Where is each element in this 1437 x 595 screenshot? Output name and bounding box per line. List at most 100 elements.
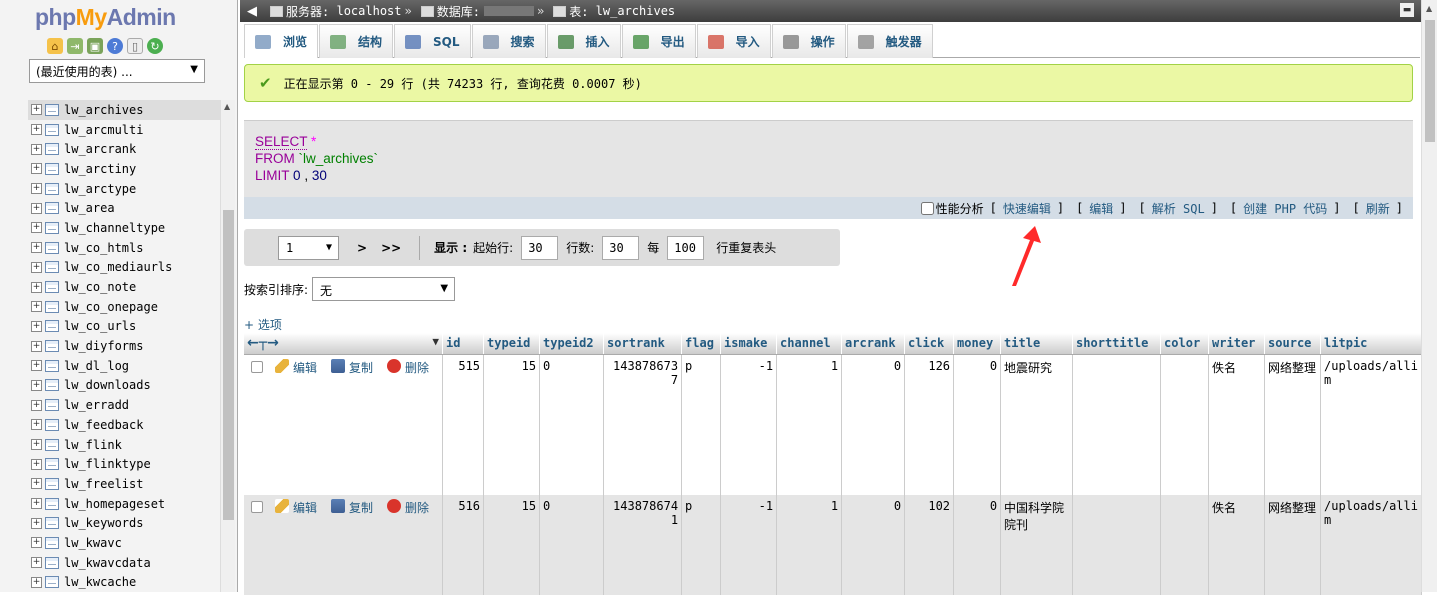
- expand-icon[interactable]: +: [31, 360, 42, 372]
- page-select[interactable]: 1 ▼: [278, 235, 339, 260]
- scrollbar-thumb[interactable]: [1425, 20, 1435, 142]
- column-header-typeid2[interactable]: typeid2: [539, 333, 605, 355]
- tree-item[interactable]: + lw_flinktype: [28, 454, 220, 474]
- edit-sql-link[interactable]: 编辑: [1089, 200, 1113, 217]
- column-header-title[interactable]: title: [1000, 333, 1074, 355]
- tab-3[interactable]: SQL: [394, 24, 471, 58]
- tab-1[interactable]: 浏览: [244, 24, 319, 58]
- scroll-up-icon[interactable]: ▲: [1426, 4, 1432, 13]
- expand-icon[interactable]: +: [31, 478, 42, 490]
- start-row-input[interactable]: 30: [521, 235, 559, 260]
- expand-icon[interactable]: +: [31, 439, 42, 451]
- cell-title[interactable]: 地震研究: [1000, 354, 1074, 495]
- column-header-arcrank[interactable]: arcrank: [841, 333, 906, 355]
- column-header-typeid[interactable]: typeid: [483, 333, 541, 355]
- tree-item[interactable]: + lw_feedback: [28, 415, 220, 435]
- column-header-litpic[interactable]: litpic: [1320, 333, 1423, 355]
- options-link[interactable]: + 选项: [244, 316, 282, 333]
- expand-icon[interactable]: +: [31, 261, 42, 273]
- column-header-shorttitle[interactable]: shorttitle: [1072, 333, 1162, 355]
- tree-item[interactable]: + lw_arctype: [28, 179, 220, 199]
- tree-item[interactable]: + lw_erradd: [28, 395, 220, 415]
- phpmyadmin-logo[interactable]: phpMyAdmin: [35, 4, 176, 31]
- row-delete-link[interactable]: 删除: [405, 499, 429, 516]
- expand-icon[interactable]: +: [31, 340, 42, 352]
- expand-icon[interactable]: +: [31, 399, 42, 411]
- cell-id[interactable]: 516: [442, 495, 485, 595]
- expand-icon[interactable]: +: [31, 104, 42, 116]
- cell-typeid2[interactable]: 0: [539, 495, 605, 595]
- tree-item[interactable]: + lw_co_onepage: [28, 297, 220, 317]
- column-header-flag[interactable]: flag: [681, 333, 722, 355]
- expand-icon[interactable]: +: [31, 517, 42, 529]
- tree-item[interactable]: + lw_keywords: [28, 513, 220, 533]
- tree-item[interactable]: + lw_arcmulti: [28, 120, 220, 140]
- cell-writer[interactable]: 佚名: [1208, 495, 1266, 595]
- expand-icon[interactable]: +: [31, 222, 42, 234]
- expand-icon[interactable]: +: [31, 379, 42, 391]
- tree-item[interactable]: + lw_archives: [28, 100, 220, 120]
- tree-item[interactable]: + lw_homepageset: [28, 494, 220, 514]
- refresh-link[interactable]: 刷新: [1366, 200, 1390, 217]
- column-header-channel[interactable]: channel: [776, 333, 843, 355]
- tree-item[interactable]: + lw_kwavcdata: [28, 553, 220, 573]
- cell-color[interactable]: [1160, 495, 1210, 595]
- cell-flag[interactable]: p: [681, 354, 722, 495]
- cell-title[interactable]: 中国科学院院刊: [1000, 495, 1074, 595]
- tree-item[interactable]: + lw_area: [28, 198, 220, 218]
- delete-icon[interactable]: [387, 358, 402, 373]
- profiling-checkbox[interactable]: [920, 201, 934, 215]
- cell-typeid2[interactable]: 0: [539, 354, 605, 495]
- tree-item[interactable]: + lw_freelist: [28, 474, 220, 494]
- cell-flag[interactable]: p: [681, 495, 722, 595]
- last-page-button[interactable]: >>: [381, 241, 401, 255]
- docs-icon[interactable]: ▯: [127, 38, 143, 54]
- cell-channel[interactable]: 1: [776, 354, 843, 495]
- cell-typeid[interactable]: 15: [483, 495, 541, 595]
- sort-key-select[interactable]: 无 ▼: [312, 277, 456, 301]
- cell-typeid[interactable]: 15: [483, 354, 541, 495]
- tree-item[interactable]: + lw_dl_log: [28, 356, 220, 376]
- column-header-money[interactable]: money: [953, 333, 1002, 355]
- column-header-id[interactable]: id: [442, 333, 485, 355]
- expand-icon[interactable]: +: [31, 124, 42, 136]
- copy-icon[interactable]: [331, 499, 346, 513]
- tree-item[interactable]: + lw_flink: [28, 435, 220, 455]
- tree-item[interactable]: + lw_co_urls: [28, 317, 220, 337]
- reload-icon[interactable]: ↻: [147, 38, 163, 54]
- tree-item[interactable]: + lw_kwcache: [28, 573, 220, 593]
- expand-icon[interactable]: +: [31, 320, 42, 332]
- repeat-header-input[interactable]: 100: [667, 235, 705, 260]
- tree-item[interactable]: + lw_arctiny: [28, 159, 220, 179]
- row-delete-link[interactable]: 删除: [405, 359, 429, 376]
- recent-tables-select[interactable]: (最近使用的表) ... ▼: [29, 59, 205, 83]
- tree-item[interactable]: + lw_downloads: [28, 376, 220, 396]
- collapse-icon[interactable]: ▬: [1400, 3, 1414, 17]
- expand-icon[interactable]: +: [31, 242, 42, 254]
- cell-shorttitle[interactable]: [1072, 495, 1162, 595]
- cell-money[interactable]: 0: [953, 495, 1002, 595]
- create-php-code-link[interactable]: 创建 PHP 代码: [1243, 200, 1327, 217]
- expand-icon[interactable]: +: [31, 183, 42, 195]
- cell-click[interactable]: 102: [904, 495, 955, 595]
- scrollbar-thumb[interactable]: [223, 210, 234, 520]
- cell-sortrank[interactable]: 1438786741: [603, 495, 683, 595]
- cell-color[interactable]: [1160, 354, 1210, 495]
- tree-item[interactable]: + lw_co_mediaurls: [28, 258, 220, 278]
- tab-5[interactable]: 插入: [546, 24, 621, 58]
- row-checkbox[interactable]: [251, 501, 263, 513]
- column-header-writer[interactable]: writer: [1208, 333, 1266, 355]
- expand-icon[interactable]: +: [31, 281, 42, 293]
- cell-click[interactable]: 126: [904, 354, 955, 495]
- tree-item[interactable]: + lw_co_note: [28, 277, 220, 297]
- expand-icon[interactable]: +: [31, 163, 42, 175]
- tree-item[interactable]: + lw_arcrank: [28, 139, 220, 159]
- column-header-ismake[interactable]: ismake: [720, 333, 778, 355]
- row-edit-link[interactable]: 编辑: [293, 359, 317, 376]
- cell-arcrank[interactable]: 0: [841, 354, 906, 495]
- row-checkbox[interactable]: [251, 360, 263, 373]
- resize-arrows-icon[interactable]: ←┬→: [247, 335, 279, 351]
- breadcrumb-table[interactable]: 表: lw_archives: [547, 3, 675, 20]
- expand-icon[interactable]: +: [31, 419, 42, 431]
- expand-icon[interactable]: +: [31, 498, 42, 510]
